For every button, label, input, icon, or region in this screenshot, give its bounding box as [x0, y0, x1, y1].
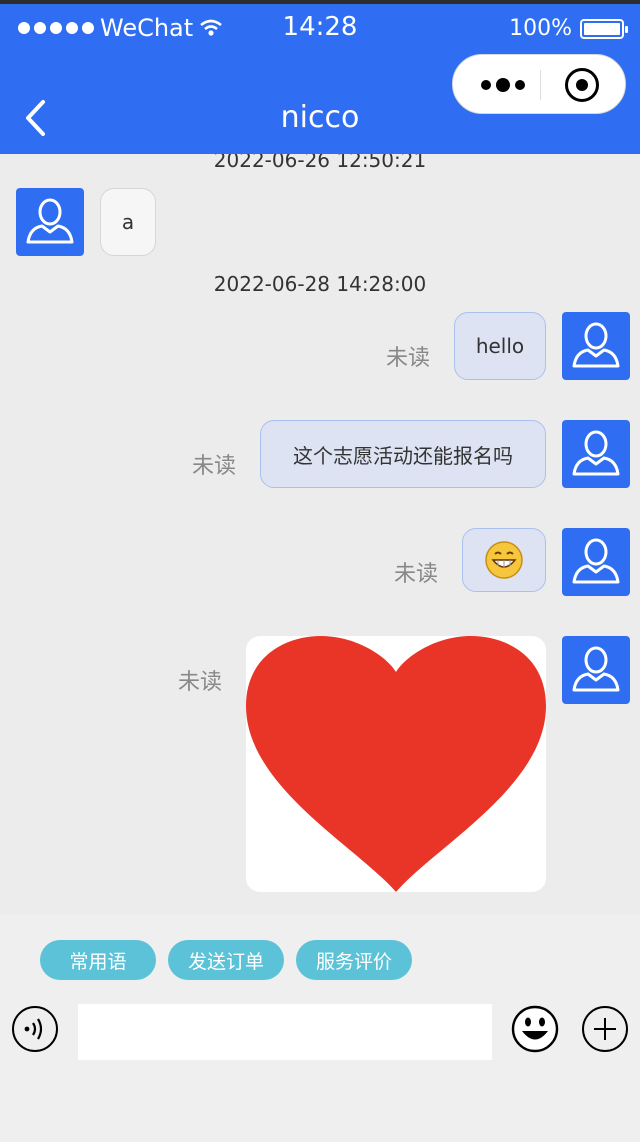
service-rating-button[interactable]: 服务评价 — [296, 940, 412, 980]
voice-wave-glyph — [24, 1018, 43, 1040]
unread-label: 未读 — [386, 346, 431, 371]
smiley-icon[interactable] — [510, 1004, 560, 1054]
red-heart-image — [246, 636, 546, 892]
avatar[interactable] — [16, 188, 84, 256]
input-panel: 常用语 发送订单 服务评价 — [0, 914, 640, 1142]
message-bubble[interactable]: a — [100, 188, 156, 256]
plus-icon[interactable] — [582, 1006, 628, 1052]
close-target-icon[interactable] — [565, 68, 599, 102]
send-order-button[interactable]: 发送订单 — [168, 940, 284, 980]
unread-label: 未读 — [178, 670, 223, 695]
unread-label: 未读 — [394, 562, 439, 587]
chat-area[interactable]: 2022-06-26 12:50:21 a 2022-06-28 14:28:0… — [0, 154, 640, 914]
user-icon — [572, 646, 620, 692]
user-icon — [572, 538, 620, 584]
battery-percent: 100% — [509, 16, 572, 41]
emoji-message-bubble[interactable] — [462, 528, 546, 592]
avatar[interactable] — [562, 420, 630, 488]
message-bubble[interactable]: hello — [454, 312, 546, 380]
unread-label: 未读 — [192, 454, 237, 479]
user-icon — [572, 322, 620, 368]
avatar[interactable] — [562, 528, 630, 596]
header-bar: WeChat 14:28 100% nicco — [0, 4, 640, 154]
voice-icon[interactable] — [12, 1006, 58, 1052]
battery-icon — [580, 18, 628, 39]
message-timestamp: 2022-06-28 14:28:00 — [213, 272, 427, 296]
user-icon — [26, 198, 74, 244]
message-bubble[interactable]: 这个志愿活动还能报名吗 — [260, 420, 546, 488]
avatar[interactable] — [562, 636, 630, 704]
message-input[interactable] — [78, 1004, 492, 1060]
message-timestamp: 2022-06-26 12:50:21 — [213, 154, 427, 172]
quick-reply-button[interactable]: 常用语 — [40, 940, 156, 980]
user-icon — [572, 430, 620, 476]
page-title: nicco — [280, 100, 360, 135]
status-right: 100% — [509, 16, 628, 41]
avatar[interactable] — [562, 312, 630, 380]
image-message[interactable] — [246, 636, 546, 892]
grin-emoji-icon — [485, 541, 523, 579]
more-dots-icon[interactable] — [473, 73, 533, 97]
capsule-divider — [540, 70, 541, 100]
